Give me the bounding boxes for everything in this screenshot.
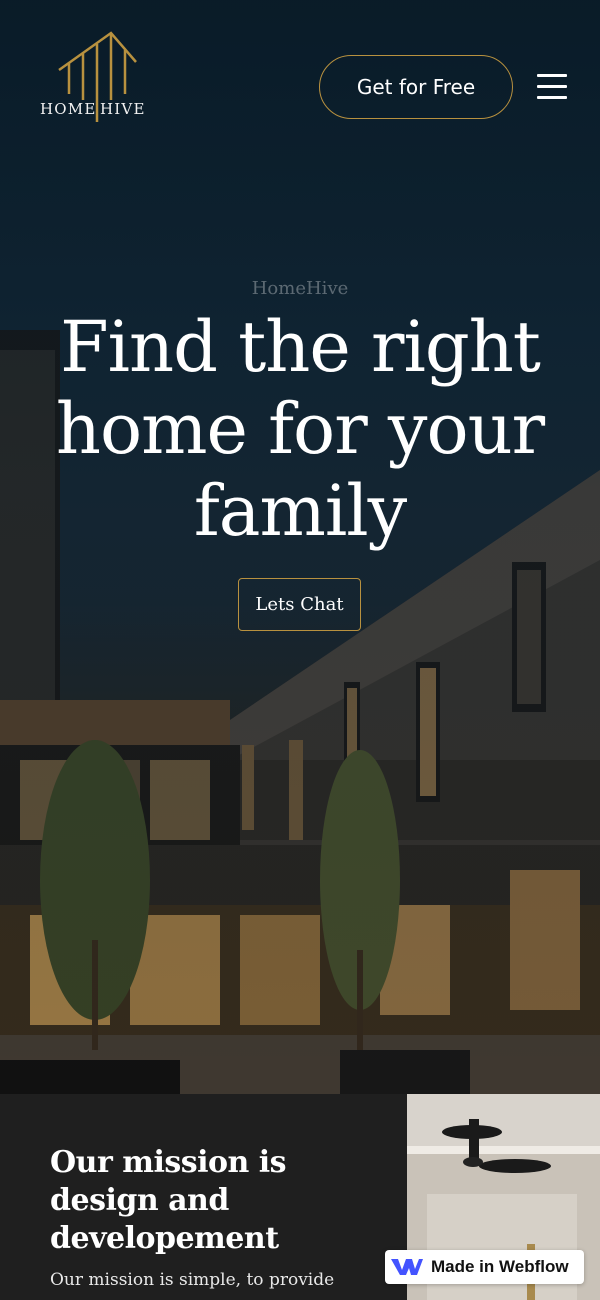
- hero-section: HOME HIVE Get for Free HomeHive Find the…: [0, 0, 600, 1094]
- mission-title: Our mission is design and developement: [50, 1145, 287, 1256]
- hamburger-menu-icon[interactable]: [537, 74, 569, 100]
- menu-bar-top: [537, 74, 567, 77]
- hero-eyebrow: HomeHive: [251, 278, 349, 299]
- hero-headline: Find the right home for your family: [55, 306, 545, 552]
- logo-word-hive: HIVE: [100, 100, 146, 118]
- made-in-webflow-badge[interactable]: Made in Webflow: [385, 1250, 584, 1284]
- menu-bar-bottom: [537, 96, 567, 99]
- logo-word-home: HOME: [40, 100, 97, 118]
- badge-label: Made in Webflow: [431, 1257, 569, 1276]
- mission-text: Our mission is simple, to provide: [50, 1270, 335, 1290]
- menu-bar-middle: [537, 85, 567, 88]
- get-for-free-button[interactable]: Get for Free: [319, 55, 513, 119]
- home-hive-logo[interactable]: HOME HIVE: [38, 30, 146, 122]
- lets-chat-button[interactable]: Lets Chat: [238, 578, 361, 631]
- webflow-logo-icon: [391, 1259, 423, 1275]
